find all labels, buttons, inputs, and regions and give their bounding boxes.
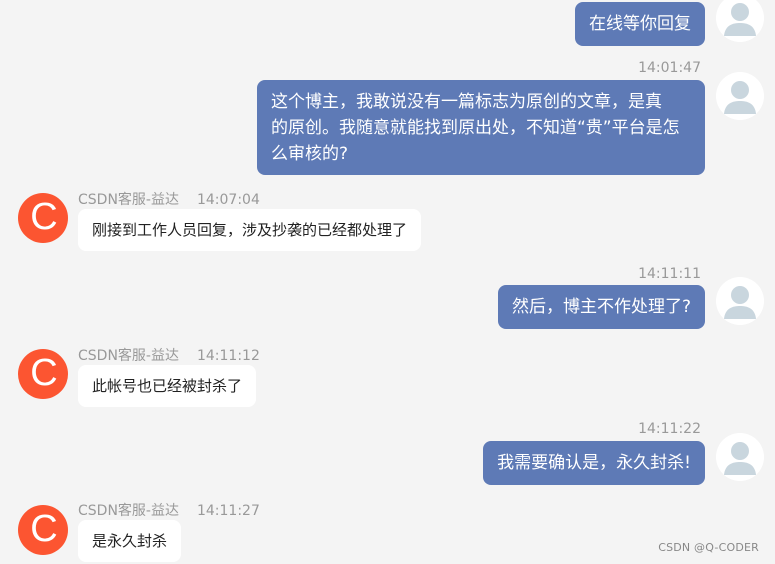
cs-avatar-letter: C bbox=[30, 508, 58, 550]
sender-name: CSDN客服-益达 bbox=[78, 348, 179, 364]
message-text: 是永久封杀 bbox=[92, 532, 168, 550]
outgoing-message-bubble: 在线等你回复 bbox=[575, 2, 705, 46]
incoming-message-bubble: 刚接到工作人员回复，涉及抄袭的已经都处理了 bbox=[78, 209, 422, 251]
outgoing-message-bubble: 这个博主，我敢说没有一篇标志为原创的文章，是真 的原创。我随意就能找到原出处，不… bbox=[257, 80, 705, 175]
message-text: 刚接到工作人员回复，涉及抄袭的已经都处理了 bbox=[92, 221, 408, 239]
message-timestamp: 14:11:22 bbox=[638, 421, 701, 437]
cs-avatar[interactable]: C bbox=[18, 349, 68, 399]
user-avatar[interactable] bbox=[716, 433, 764, 481]
user-avatar[interactable] bbox=[716, 277, 764, 325]
watermark: CSDN @Q-CODER bbox=[658, 541, 759, 554]
cs-avatar[interactable]: C bbox=[18, 505, 68, 555]
user-silhouette-icon bbox=[716, 277, 764, 325]
cs-avatar[interactable]: C bbox=[18, 193, 68, 243]
incoming-message-bubble: 是永久封杀 bbox=[78, 520, 182, 562]
message-text-line: 么审核的? bbox=[271, 144, 349, 164]
message-timestamp: 14:11:11 bbox=[638, 266, 701, 282]
incoming-message-bubble: 此帐号也已经被封杀了 bbox=[78, 365, 257, 407]
user-avatar[interactable] bbox=[716, 0, 764, 42]
message-meta: CSDN客服-益达 14:11:27 bbox=[78, 500, 260, 520]
message-meta: CSDN客服-益达 14:07:04 bbox=[78, 189, 260, 209]
message-text: 此帐号也已经被封杀了 bbox=[92, 377, 243, 395]
message-timestamp: 14:07:04 bbox=[196, 192, 260, 208]
user-silhouette-icon bbox=[716, 0, 764, 42]
user-silhouette-icon bbox=[716, 72, 764, 120]
outgoing-message-bubble: 我需要确认是，永久封杀! bbox=[483, 441, 705, 485]
message-text-line: 的原创。我随意就能找到原出处，不知道“贵”平台是怎 bbox=[271, 118, 680, 138]
outgoing-message-bubble: 然后，博主不作处理了? bbox=[497, 285, 705, 329]
chat-window: 在线等你回复 14:01:47 这个博主，我敢说没有一篇标志为原创的文章，是真 … bbox=[0, 0, 775, 564]
user-silhouette-icon bbox=[716, 433, 764, 481]
message-text: 然后，博主不作处理了? bbox=[511, 297, 691, 317]
user-avatar[interactable] bbox=[716, 72, 764, 120]
cs-avatar-letter: C bbox=[30, 352, 58, 394]
message-text: 我需要确认是，永久封杀! bbox=[497, 453, 691, 473]
sender-name: CSDN客服-益达 bbox=[78, 503, 179, 519]
sender-name: CSDN客服-益达 bbox=[78, 192, 179, 208]
message-text-line: 这个博主，我敢说没有一篇标志为原创的文章，是真 bbox=[271, 92, 662, 112]
message-text: 在线等你回复 bbox=[589, 14, 691, 34]
message-timestamp: 14:01:47 bbox=[638, 60, 701, 76]
message-timestamp: 14:11:27 bbox=[196, 503, 260, 519]
message-timestamp: 14:11:12 bbox=[196, 348, 260, 364]
cs-avatar-letter: C bbox=[30, 196, 58, 238]
message-meta: CSDN客服-益达 14:11:12 bbox=[78, 345, 260, 365]
